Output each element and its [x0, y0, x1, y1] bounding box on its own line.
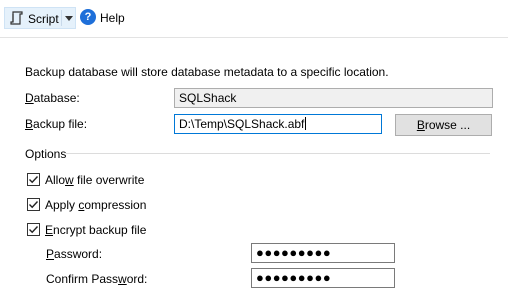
confirm-password-input[interactable]: ●●●●●●●●● [251, 268, 395, 288]
allow-overwrite-label[interactable]: Allow file overwrite [45, 173, 144, 187]
toolbar-divider [61, 10, 62, 26]
encrypt-backup-label[interactable]: Encrypt backup file [45, 223, 146, 237]
database-field: SQLShack [174, 88, 493, 108]
confirm-password-value: ●●●●●●●●● [256, 270, 332, 285]
script-label: Script [28, 12, 59, 26]
encrypt-backup-checkbox[interactable] [27, 223, 40, 236]
database-label: Database: [25, 91, 80, 105]
script-icon [10, 11, 24, 28]
options-divider [66, 153, 490, 154]
password-input[interactable]: ●●●●●●●●● [251, 243, 395, 263]
database-value: SQLShack [179, 91, 237, 105]
allow-overwrite-checkbox[interactable] [27, 173, 40, 186]
script-button[interactable]: Script [4, 7, 76, 29]
chevron-down-icon[interactable] [65, 16, 73, 21]
confirm-password-label: Confirm Password: [46, 272, 148, 286]
backup-file-label: Backup file: [25, 117, 88, 131]
description-text: Backup database will store database meta… [25, 65, 389, 79]
options-heading: Options [25, 147, 67, 161]
checkmark-icon [29, 201, 39, 209]
checkmark-icon [29, 176, 39, 184]
password-label: Password: [46, 247, 103, 261]
password-value: ●●●●●●●●● [256, 245, 332, 260]
backup-file-value: D:\Temp\SQLShack.abf [179, 117, 305, 131]
apply-compression-checkbox[interactable] [27, 198, 40, 211]
text-caret [305, 117, 307, 130]
backup-file-input[interactable]: D:\Temp\SQLShack.abf [174, 114, 382, 134]
help-icon: ? [80, 9, 96, 25]
browse-button[interactable]: Browse ... [395, 114, 492, 136]
checkmark-icon [29, 226, 39, 234]
help-label: Help [100, 11, 125, 25]
apply-compression-label[interactable]: Apply compression [45, 198, 146, 212]
toolbar: Script ? Help [0, 0, 508, 38]
